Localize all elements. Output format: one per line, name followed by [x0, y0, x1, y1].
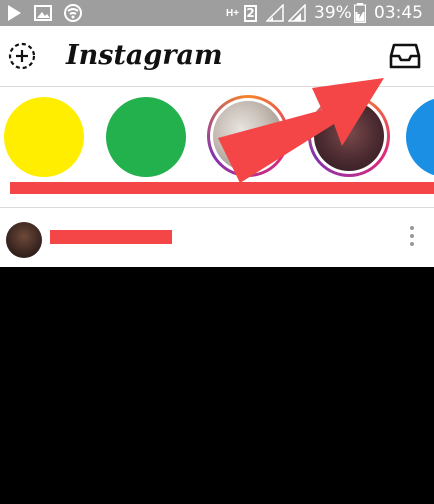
story-item[interactable]: [406, 97, 434, 177]
clock: 03:45: [374, 3, 423, 23]
story-avatar: [213, 101, 283, 171]
hplus-icon: H+: [226, 7, 240, 19]
post-avatar[interactable]: [6, 222, 42, 258]
status-bar: H+ 2 39% 03:45: [0, 0, 434, 26]
new-post-icon: [8, 42, 36, 70]
signal-icon: [288, 0, 306, 26]
post-header: [0, 208, 434, 267]
battery-charging-icon: [354, 0, 366, 26]
new-post-button[interactable]: [6, 40, 38, 72]
instagram-logo: Instagram: [66, 40, 223, 71]
wifi-icon: [63, 0, 83, 26]
story-item[interactable]: [4, 97, 84, 177]
more-vertical-icon: [408, 226, 416, 246]
play-icon: [6, 0, 22, 26]
story-item[interactable]: [106, 97, 186, 177]
battery-percent: 39%: [314, 3, 352, 23]
inbox-button[interactable]: [388, 40, 422, 72]
sim-slot-label: 2: [244, 4, 257, 22]
story-item[interactable]: [308, 95, 390, 177]
username-redaction: [50, 230, 172, 244]
top-nav: Instagram: [0, 26, 434, 86]
redaction-bar: [10, 182, 434, 194]
sim2-icon: 2: [244, 0, 257, 26]
more-options-button[interactable]: [408, 226, 416, 252]
story-item[interactable]: [207, 95, 289, 177]
instagram-feed: Instagram: [0, 26, 434, 267]
story-avatar: [314, 101, 384, 171]
image-icon: [34, 0, 52, 26]
inbox-icon: [389, 43, 421, 69]
signal-weak-icon: [266, 0, 284, 26]
